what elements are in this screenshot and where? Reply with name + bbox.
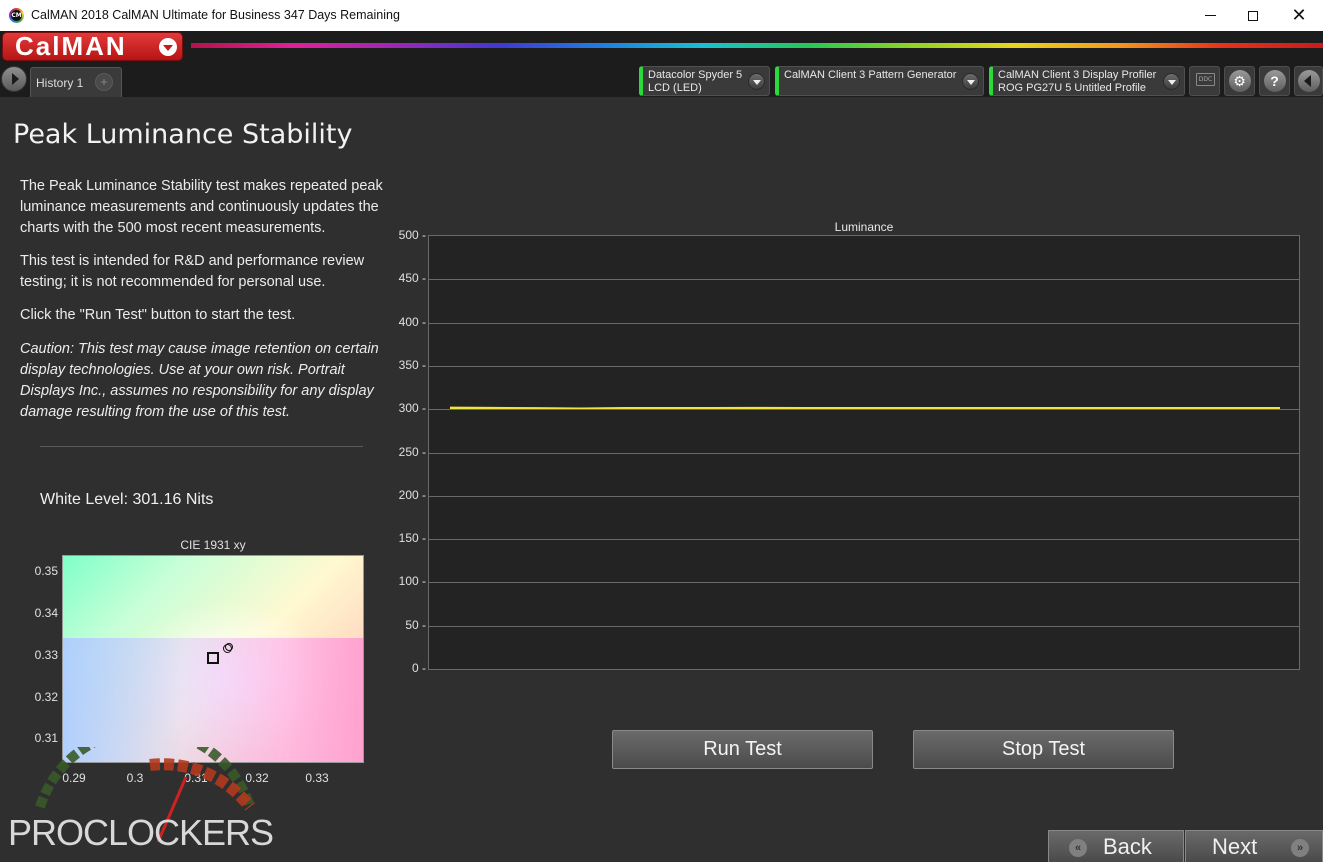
luminance-gridline: [429, 279, 1299, 281]
chevron-left-icon: «: [1069, 839, 1087, 857]
app-header: CalMAN: [0, 31, 1323, 61]
chevron-down-icon[interactable]: [1163, 73, 1180, 90]
stop-test-button[interactable]: Stop Test: [913, 730, 1174, 769]
luminance-y-tick-label: 450 -: [398, 271, 426, 286]
monitor-icon: DDC: [1196, 73, 1215, 86]
back-label: Back: [1103, 834, 1152, 859]
cie-y-tick-label: 0.34: [34, 606, 58, 620]
cie-chart-plot: [62, 555, 364, 763]
page-title: Peak Luminance Stability: [13, 119, 353, 150]
next-label: Next: [1212, 834, 1258, 859]
device-mode: LCD (LED): [648, 82, 702, 94]
luminance-y-tick-label: 100 -: [398, 574, 426, 589]
luminance-y-tick-label: 250 -: [398, 444, 426, 459]
description-paragraph: Click the "Run Test" button to start the…: [20, 307, 296, 323]
cie-x-tick-label: 0.33: [305, 771, 329, 785]
luminance-y-tick-label: 300 -: [398, 401, 426, 416]
description-paragraph: This test is intended for R&D and perfor…: [20, 253, 365, 290]
luminance-gridline: [429, 322, 1299, 324]
maximize-icon: [1248, 10, 1258, 21]
luminance-y-tick-label: 500 -: [398, 228, 426, 242]
cie-y-tick-label: 0.32: [34, 690, 58, 704]
help-button[interactable]: ?: [1259, 66, 1290, 96]
luminance-gridline: [429, 625, 1299, 627]
device-name: Datacolor Spyder 5: [648, 69, 743, 81]
luminance-y-tick-label: 0 -: [411, 661, 426, 675]
cie-y-tick-label: 0.31: [34, 731, 58, 745]
watermark-text: PROCLOCKERS: [8, 812, 274, 853]
close-icon: ✕: [1291, 5, 1307, 25]
device-display[interactable]: CalMAN Client 3 Display Profiler ROG PG2…: [989, 66, 1185, 96]
window-title: CalMAN 2018 CalMAN Ultimate for Business…: [31, 8, 400, 22]
luminance-gridline: [429, 409, 1299, 411]
cie-y-tick-label: 0.33: [34, 648, 58, 662]
expand-panel-button[interactable]: [1, 66, 27, 92]
device-meter[interactable]: Datacolor Spyder 5 LCD (LED): [639, 66, 770, 96]
luminance-gridline: [429, 539, 1299, 541]
ddc-button[interactable]: DDC: [1189, 66, 1220, 96]
chevron-right-icon: »: [1291, 839, 1309, 857]
run-test-button[interactable]: Run Test: [612, 730, 873, 769]
help-icon: ?: [1263, 70, 1286, 92]
tab-label: History 1: [36, 76, 84, 90]
luminance-gridline: [429, 582, 1299, 584]
maximize-button[interactable]: [1230, 0, 1276, 31]
chevron-down-icon[interactable]: [748, 73, 765, 90]
calman-menu-button[interactable]: CalMAN: [2, 32, 183, 61]
luminance-y-tick-label: 200 -: [398, 487, 426, 502]
window-titlebar: CM CalMAN 2018 CalMAN Ultimate for Busin…: [0, 0, 1323, 31]
app-icon-text: CM: [11, 10, 22, 21]
minimize-icon: [1204, 15, 1216, 16]
luminance-y-tick-label: 350 -: [398, 357, 426, 372]
settings-button[interactable]: ⚙: [1224, 66, 1255, 96]
rainbow-divider: [191, 43, 1323, 48]
app-icon: CM: [9, 8, 24, 23]
chevron-down-icon[interactable]: [962, 73, 979, 90]
luminance-y-tick-label: 50 -: [405, 617, 426, 632]
next-button[interactable]: Next »: [1185, 830, 1323, 862]
luminance-chart-plot: [428, 235, 1300, 670]
luminance-gridline: [429, 495, 1299, 497]
gear-icon: ⚙: [1228, 70, 1251, 92]
cie-measurement-marker: [223, 643, 233, 653]
app-logo: CalMAN: [15, 31, 127, 61]
add-tab-button[interactable]: +: [95, 73, 113, 91]
luminance-chart-title: Luminance: [834, 220, 894, 234]
close-button[interactable]: ✕: [1276, 0, 1322, 31]
cie-y-tick-label: 0.35: [34, 564, 58, 578]
collapse-panel-button[interactable]: [1294, 66, 1323, 96]
minimize-button[interactable]: [1187, 0, 1233, 31]
white-level-readout: White Level: 301.16 Nits: [40, 491, 214, 508]
chevron-left-icon: [1297, 70, 1320, 92]
luminance-y-tick-label: 150 -: [398, 531, 426, 546]
cie-target-marker: [207, 652, 219, 664]
luminance-gridline: [429, 452, 1299, 454]
luminance-gridline: [429, 365, 1299, 367]
toolbar: History 1 + Datacolor Spyder 5 LCD (LED)…: [0, 61, 1323, 97]
cie-chart-title: CIE 1931 xy: [180, 538, 246, 552]
luminance-y-tick-label: 400 -: [398, 314, 426, 329]
divider: [40, 446, 363, 447]
caution-paragraph: Caution: This test may cause image reten…: [20, 341, 379, 420]
description-paragraph: The Peak Luminance Stability test makes …: [20, 178, 383, 236]
back-button[interactable]: « Back: [1048, 830, 1184, 862]
tab-history-1[interactable]: History 1 +: [30, 67, 122, 97]
watermark: PROCLOCKERS: [0, 747, 300, 862]
main-panel: Peak Luminance Stability The Peak Lumina…: [0, 97, 1323, 862]
device-name: CalMAN Client 3 Pattern Generator: [784, 69, 957, 81]
device-profile: ROG PG27U 5 Untitled Profile: [998, 82, 1146, 94]
chevron-down-icon: [159, 38, 177, 56]
device-pattern-generator[interactable]: CalMAN Client 3 Pattern Generator: [775, 66, 984, 96]
device-name: CalMAN Client 3 Display Profiler: [998, 69, 1157, 81]
